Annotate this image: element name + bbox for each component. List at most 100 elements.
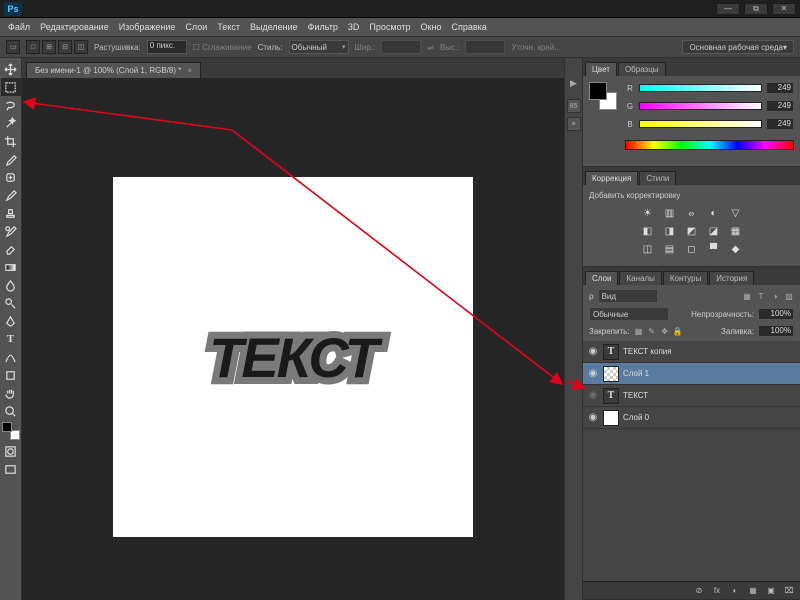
menu-filter[interactable]: Фильтр (304, 20, 342, 34)
slider-g[interactable] (639, 102, 762, 110)
layer-name[interactable]: Слой 0 (623, 413, 649, 422)
tab-history[interactable]: История (709, 271, 754, 285)
marquee-tool[interactable] (1, 78, 21, 96)
menu-help[interactable]: Справка (447, 20, 490, 34)
refine-edge-button[interactable]: Уточн. край... (511, 43, 561, 52)
lock-trans-icon[interactable]: ▦ (634, 326, 644, 336)
heal-tool[interactable] (1, 168, 21, 186)
tab-paths[interactable]: Контуры (663, 271, 708, 285)
type-tool[interactable]: T (1, 330, 21, 348)
layer-name[interactable]: ТЕКСТ копия (623, 347, 672, 356)
width-input[interactable] (381, 40, 421, 54)
opacity-input[interactable]: 100% (758, 308, 794, 320)
dodge-tool[interactable] (1, 294, 21, 312)
document-tab[interactable]: Без имени-1 @ 100% (Слой 1, RGB/8) * × (26, 62, 201, 78)
dock-icon-1[interactable]: 85 (567, 99, 581, 113)
menu-view[interactable]: Просмотр (365, 20, 414, 34)
shape-tool[interactable] (1, 366, 21, 384)
menu-edit[interactable]: Редактирование (36, 20, 113, 34)
adj-gradmap-icon[interactable]: ▀ (706, 242, 722, 256)
visibility-icon[interactable]: ◉ (587, 346, 599, 358)
adj-selcolor-icon[interactable]: ◆ (728, 242, 744, 256)
filter-kind-icon[interactable]: ρ (589, 292, 594, 301)
adj-levels-icon[interactable]: ▥ (662, 206, 678, 220)
hue-bar[interactable] (625, 140, 794, 150)
screen-mode-icon[interactable] (1, 460, 21, 478)
canvas[interactable]: ТЕКСТ ТЕКСТ (113, 177, 473, 537)
adj-bw-icon[interactable]: ◨ (662, 224, 678, 238)
brush-tool[interactable] (1, 186, 21, 204)
layer-name[interactable]: Слой 1 (623, 369, 649, 378)
selection-add-icon[interactable]: ⊞ (42, 40, 56, 54)
move-tool[interactable] (1, 60, 21, 78)
blur-tool[interactable] (1, 276, 21, 294)
eraser-tool[interactable] (1, 240, 21, 258)
layer-name[interactable]: ТЕКСТ (623, 391, 648, 400)
menu-3d[interactable]: 3D (344, 20, 364, 34)
antialias-checkbox[interactable]: ☐ Сглаживание (193, 43, 252, 52)
history-brush-tool[interactable] (1, 222, 21, 240)
adj-exposure-icon[interactable]: ◐ (706, 206, 722, 220)
menu-image[interactable]: Изображение (115, 20, 180, 34)
tab-adjustments[interactable]: Коррекция (585, 171, 638, 185)
link-wh-icon[interactable]: ⇌ (427, 43, 434, 52)
filter-kind-select[interactable]: Вид (598, 289, 658, 303)
menu-file[interactable]: Файл (4, 20, 34, 34)
selection-intersect-icon[interactable]: ◫ (74, 40, 88, 54)
value-r[interactable]: 249 (766, 82, 794, 94)
tab-swatches[interactable]: Образцы (618, 62, 666, 76)
adj-brightness-icon[interactable]: ☀ (640, 206, 656, 220)
height-input[interactable] (465, 40, 505, 54)
fill-input[interactable]: 100% (758, 325, 794, 337)
menu-layer[interactable]: Слои (181, 20, 211, 34)
color-swatch[interactable] (2, 422, 20, 440)
color-swatches[interactable] (589, 82, 617, 110)
menu-type[interactable]: Текст (213, 20, 244, 34)
hand-tool[interactable] (1, 384, 21, 402)
adj-curves-icon[interactable]: ⦵ (684, 206, 700, 220)
close-tab-icon[interactable]: × (187, 66, 192, 75)
lock-pos-icon[interactable]: ✥ (660, 326, 670, 336)
style-select[interactable]: Обычный (289, 40, 349, 54)
new-layer-icon[interactable]: ▣ (764, 585, 778, 597)
feather-input[interactable]: 0 пикс. (147, 40, 187, 54)
adj-photo-icon[interactable]: ◩ (684, 224, 700, 238)
eyedropper-tool[interactable] (1, 150, 21, 168)
new-fill-icon[interactable]: ▦ (746, 585, 760, 597)
adj-lookup-icon[interactable]: ▦ (728, 224, 744, 238)
adj-poster-icon[interactable]: ▤ (662, 242, 678, 256)
visibility-icon[interactable]: ◉ (587, 390, 599, 402)
layer-mask-icon[interactable]: ◐ (728, 585, 742, 597)
filter-text-icon[interactable]: T (756, 291, 766, 301)
blend-mode-select[interactable]: Обычные (589, 307, 669, 321)
filter-pixel-icon[interactable]: ▦ (742, 291, 752, 301)
filter-adj-icon[interactable]: ◑ (770, 291, 780, 301)
layer-fx-icon[interactable]: fx (710, 585, 724, 597)
menu-select[interactable]: Выделение (246, 20, 302, 34)
visibility-icon[interactable]: ◉ (587, 368, 599, 380)
crop-tool[interactable] (1, 132, 21, 150)
visibility-icon[interactable]: ◉ (587, 412, 599, 424)
menu-window[interactable]: Окно (417, 20, 446, 34)
tab-styles[interactable]: Стили (639, 171, 676, 185)
adj-vibrance-icon[interactable]: ▽ (728, 206, 744, 220)
gradient-tool[interactable] (1, 258, 21, 276)
tool-preset-icon[interactable]: ▭ (6, 40, 20, 54)
value-b[interactable]: 249 (766, 118, 794, 130)
layer-row[interactable]: ◉ T ТЕКСТ (583, 385, 800, 407)
tab-color[interactable]: Цвет (585, 62, 617, 76)
adj-mixer-icon[interactable]: ◪ (706, 224, 722, 238)
layer-row[interactable]: ◉ Слой 1 (583, 363, 800, 385)
selection-new-icon[interactable]: □ (26, 40, 40, 54)
workspace-select[interactable]: Основная рабочая среда ▾ (682, 40, 794, 54)
path-tool[interactable] (1, 348, 21, 366)
slider-r[interactable] (639, 84, 762, 92)
zoom-tool[interactable] (1, 402, 21, 420)
value-g[interactable]: 249 (766, 100, 794, 112)
wand-tool[interactable] (1, 114, 21, 132)
adj-invert-icon[interactable]: ◫ (640, 242, 656, 256)
adj-hue-icon[interactable]: ◧ (640, 224, 656, 238)
restore-button[interactable]: ⧉ (744, 3, 768, 15)
slider-b[interactable] (639, 120, 762, 128)
quick-mask-icon[interactable] (1, 442, 21, 460)
